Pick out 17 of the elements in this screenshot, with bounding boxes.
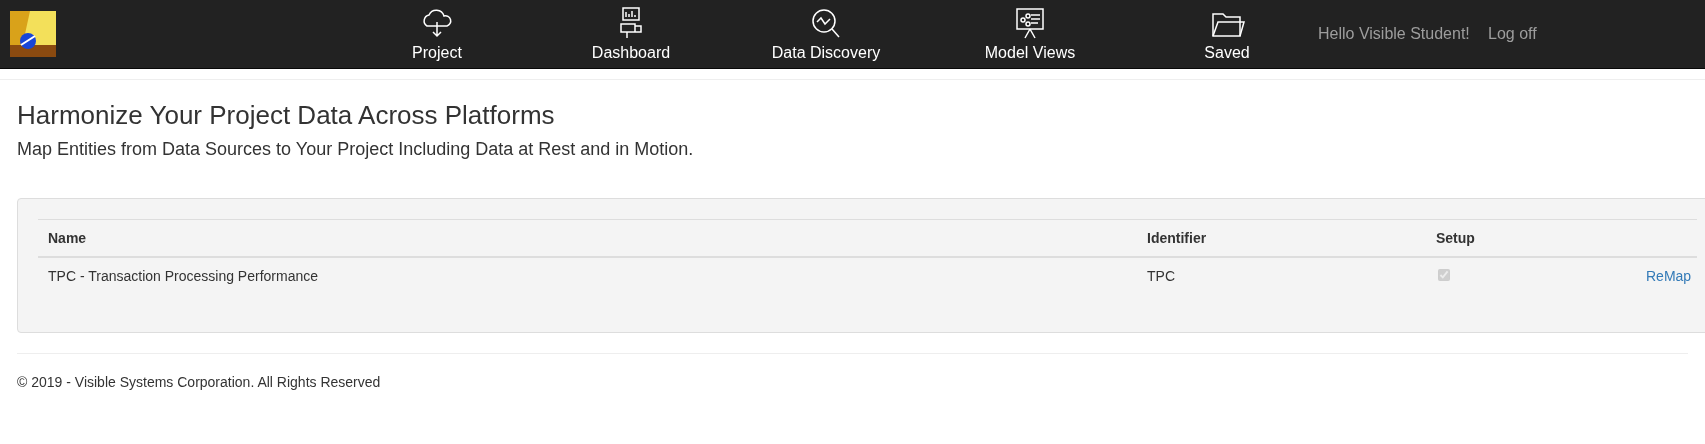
column-header: Identifier: [1147, 230, 1208, 246]
logo[interactable]: [10, 11, 56, 57]
nav-link[interactable]: Data Discovery: [728, 6, 924, 62]
logoff-link[interactable]: Log off: [1488, 25, 1537, 43]
page-title: Harmonize Your Project Data Across Platforms: [17, 100, 556, 131]
column-header: Name: [48, 230, 88, 246]
remap-link[interactable]: ReMap: [1646, 268, 1692, 284]
footer-text: © 2019 - Visible Systems Corporation. All Rights Reserved: [17, 374, 382, 390]
column-header: Setup: [1436, 230, 1476, 246]
page-subtitle: Map Entities from Data Sources to Your Project Including Data at Rest and in Motion.: [17, 139, 695, 160]
nav-link[interactable]: Dashboard: [534, 6, 728, 62]
nav-link[interactable]: Project: [340, 6, 534, 62]
nav-link[interactable]: Saved: [1136, 6, 1318, 62]
table-cell-text: TPC: [1147, 268, 1176, 284]
table-cell-text: TPC - Transaction Processing Performance: [48, 268, 319, 284]
greeting-link[interactable]: Hello Visible Student!: [1318, 25, 1470, 43]
nav-link[interactable]: Model Views: [924, 6, 1136, 62]
